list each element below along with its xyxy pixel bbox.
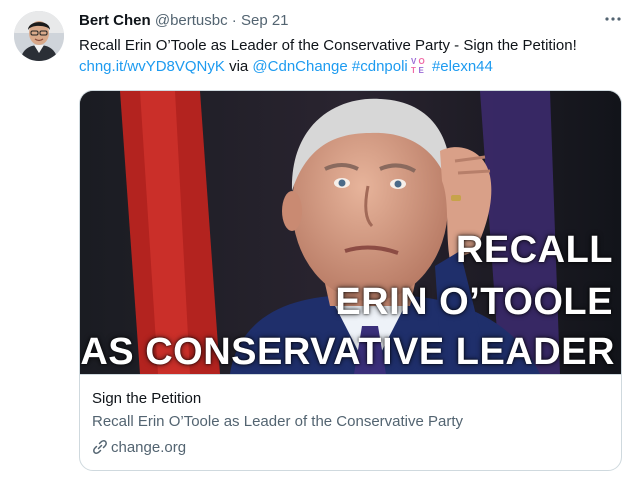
tweet-text: Recall Erin O’Toole as Leader of the Con… bbox=[79, 35, 628, 77]
card-overlay-line-1: RECALL bbox=[455, 229, 613, 271]
card-domain: change.org bbox=[92, 438, 609, 458]
card-overlay-line-3: AS CONSERVATIVE LEADER bbox=[80, 331, 615, 373]
tweet-date[interactable]: Sep 21 bbox=[241, 12, 289, 29]
card-overlay-line-2: ERIN O’TOOLE bbox=[335, 281, 613, 323]
svg-text:V: V bbox=[411, 57, 417, 66]
hashtag-cdnpoli[interactable]: #cdnpoli bbox=[352, 58, 408, 75]
card-title: Recall Erin O’Toole as Leader of the Con… bbox=[92, 413, 464, 430]
link-icon bbox=[93, 440, 107, 454]
card-domain-text: change.org bbox=[111, 439, 187, 456]
header-separator: · bbox=[231, 12, 237, 29]
author-handle[interactable]: @bertusbc bbox=[155, 12, 228, 29]
via-text: via bbox=[229, 58, 249, 75]
tweet-text-line2: chng.it/wvYD8VQNyK via @CdnChange #cdnpo… bbox=[79, 56, 628, 77]
svg-text:O: O bbox=[418, 57, 424, 66]
svg-text:E: E bbox=[418, 66, 424, 75]
card-meta[interactable]: Sign the Petition Recall Erin O’Toole as… bbox=[80, 374, 621, 470]
card-source-label: Sign the Petition bbox=[92, 390, 202, 407]
vote-emoji-icon: V O T E bbox=[410, 56, 426, 75]
hashtag-elexn44[interactable]: #elexn44 bbox=[432, 58, 493, 75]
card-image[interactable]: RECALL ERIN O’TOOLE AS CONSERVATIVE LEAD… bbox=[80, 91, 621, 374]
avatar-photo bbox=[14, 11, 64, 61]
tweet-text-line1: Recall Erin O’Toole as Leader of the Con… bbox=[79, 37, 577, 54]
short-link[interactable]: chng.it/wvYD8VQNyK bbox=[79, 58, 225, 75]
tweet-header: Bert Chen @bertusbc · Sep 21 bbox=[79, 11, 622, 31]
more-options-icon[interactable] bbox=[602, 8, 624, 30]
avatar[interactable] bbox=[14, 11, 64, 61]
svg-text:T: T bbox=[411, 66, 416, 75]
author-name[interactable]: Bert Chen bbox=[79, 12, 151, 29]
mention-link[interactable]: @CdnChange bbox=[252, 58, 347, 75]
tweet[interactable]: Bert Chen @bertusbc · Sep 21 Recall Erin… bbox=[0, 0, 640, 482]
link-card[interactable]: RECALL ERIN O’TOOLE AS CONSERVATIVE LEAD… bbox=[79, 90, 622, 471]
